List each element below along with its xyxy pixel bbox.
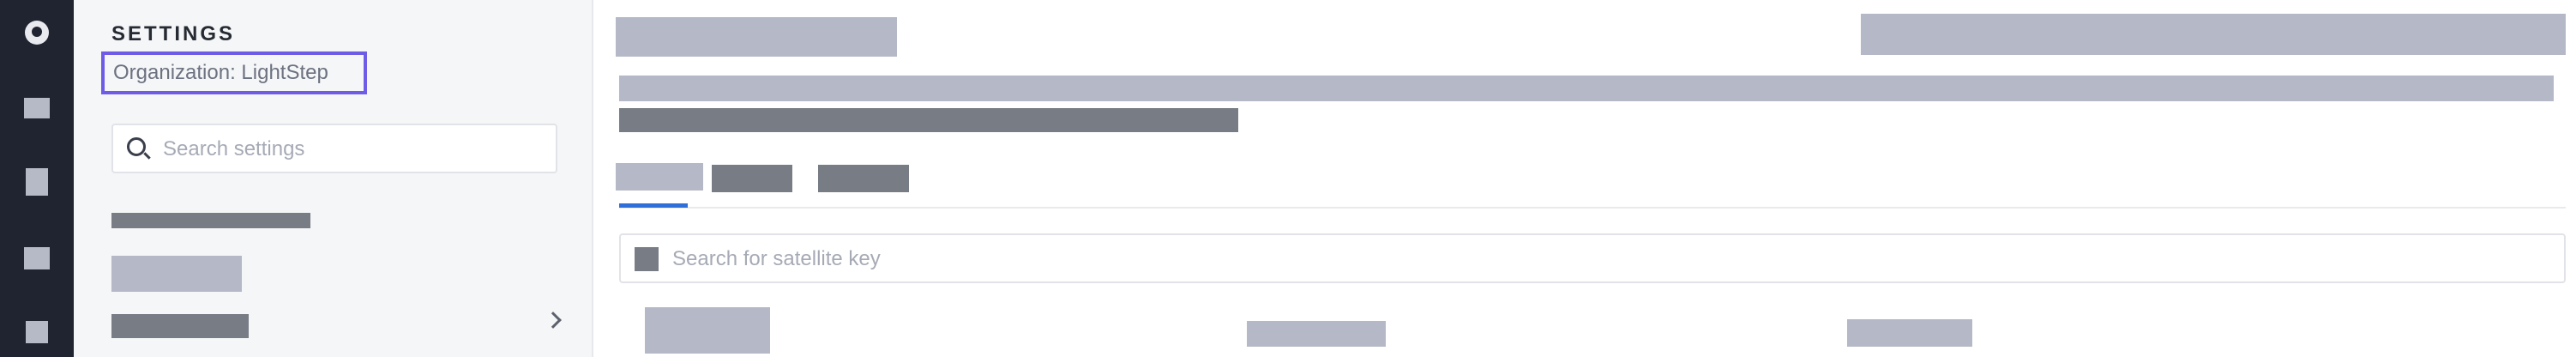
table-cell-placeholder bbox=[645, 307, 770, 354]
page-title-placeholder bbox=[616, 17, 897, 57]
document-icon[interactable] bbox=[26, 168, 48, 196]
search-icon bbox=[127, 137, 146, 156]
satellite-search-placeholder: Search for satellite key bbox=[672, 247, 881, 270]
settings-section-header-placeholder bbox=[111, 213, 310, 228]
tab-active-placeholder[interactable] bbox=[616, 163, 703, 191]
table-cell-placeholder bbox=[1247, 321, 1386, 347]
description-line-placeholder bbox=[619, 108, 1238, 132]
organization-label: Organization: LightStep bbox=[101, 51, 367, 94]
satellite-key-search-input[interactable]: Search for satellite key bbox=[619, 233, 2566, 283]
settings-item-placeholder[interactable] bbox=[111, 256, 242, 292]
app-logo-icon[interactable] bbox=[25, 21, 49, 45]
search-settings-input[interactable]: Search settings bbox=[111, 124, 557, 173]
nav-icon[interactable] bbox=[24, 98, 50, 118]
nav-icon[interactable] bbox=[26, 321, 48, 343]
nav-icon[interactable] bbox=[24, 247, 50, 269]
search-icon bbox=[635, 247, 659, 271]
panel-title: SETTINGS bbox=[111, 22, 236, 45]
settings-item-placeholder[interactable] bbox=[111, 314, 249, 338]
chevron-right-icon[interactable] bbox=[545, 312, 562, 329]
tabs-divider bbox=[619, 207, 2566, 209]
description-line-placeholder bbox=[619, 76, 2554, 101]
header-action-placeholder bbox=[1861, 14, 2566, 55]
settings-panel: SETTINGS Organization: LightStep Search … bbox=[74, 0, 593, 357]
tab-placeholder[interactable] bbox=[818, 165, 909, 192]
tab-placeholder[interactable] bbox=[712, 165, 792, 192]
search-placeholder: Search settings bbox=[163, 137, 305, 160]
nav-rail bbox=[0, 0, 74, 357]
table-cell-placeholder bbox=[1847, 319, 1972, 347]
active-tab-indicator bbox=[619, 203, 688, 208]
